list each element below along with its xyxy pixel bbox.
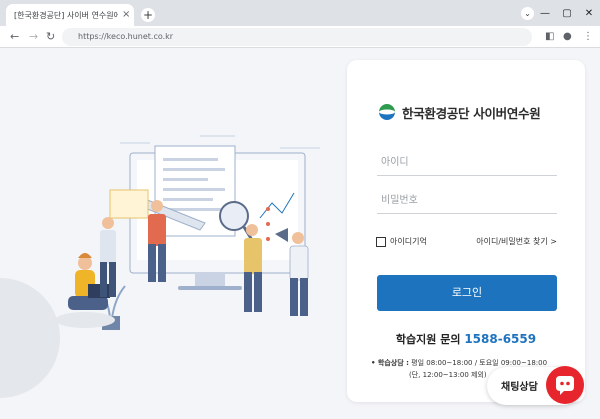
back-icon[interactable]: ← xyxy=(10,29,19,45)
tab-close-icon[interactable]: × xyxy=(122,10,130,20)
dot xyxy=(266,237,270,241)
tab-search-icon[interactable]: ⌄ xyxy=(521,7,534,20)
profile-icon[interactable]: ● xyxy=(563,29,572,45)
maximize-button[interactable]: ▢ xyxy=(556,8,578,19)
password-input[interactable]: 비밀번호 xyxy=(377,188,557,214)
hours-line-1: 평일 08:00~18:00 / 토요일 09:00~18:00 xyxy=(411,359,548,367)
side-panel-icon[interactable]: ◧ xyxy=(545,29,554,45)
browser-tab[interactable]: [한국환경공단] 사이버 연수원에 × xyxy=(6,4,134,26)
hours-title: • 학습상담 : xyxy=(371,359,409,367)
close-window-button[interactable]: ✕ xyxy=(578,8,600,19)
reload-icon[interactable]: ↻ xyxy=(46,29,55,45)
logo-text: 한국환경공단 사이버연수원 xyxy=(402,105,541,121)
browser-tab-bar: [한국환경공단] 사이버 연수원에 × + ⌄ — ▢ ✕ xyxy=(0,0,600,26)
dot xyxy=(266,222,270,226)
minimize-button[interactable]: — xyxy=(534,8,556,19)
support-label: 학습지원 문의 xyxy=(395,333,461,346)
dot xyxy=(266,207,270,211)
window-controls: — ▢ ✕ xyxy=(534,0,600,26)
tab-title: [한국환경공단] 사이버 연수원에 xyxy=(14,10,118,20)
decor-circle xyxy=(0,278,60,398)
menu-icon[interactable]: ⋮ xyxy=(583,29,593,45)
remember-id[interactable]: 아이디기억 xyxy=(376,236,427,247)
note-card xyxy=(109,189,149,219)
page-content: 한국환경공단 사이버연수원 아이디 비밀번호 아이디기억 아이디/비밀번호 찾기… xyxy=(0,48,600,419)
keco-logo-icon xyxy=(377,102,397,122)
forward-icon[interactable]: → xyxy=(29,29,38,45)
address-bar[interactable]: https://keco.hunet.co.kr xyxy=(62,28,532,46)
remember-checkbox[interactable] xyxy=(376,236,386,247)
new-tab-button[interactable]: + xyxy=(141,8,155,22)
id-input[interactable]: 아이디 xyxy=(377,150,557,176)
find-id-password-link[interactable]: 아이디/비밀번호 찾기 > xyxy=(476,236,557,247)
login-button[interactable]: 로그인 xyxy=(377,275,557,311)
browser-toolbar: ← → ↻ https://keco.hunet.co.kr ◧ ● ⋮ xyxy=(0,26,600,48)
logo: 한국환경공단 사이버연수원 xyxy=(377,102,541,122)
login-card: 한국환경공단 사이버연수원 아이디 비밀번호 아이디기억 아이디/비밀번호 찾기… xyxy=(347,60,585,402)
illustration xyxy=(0,135,320,398)
support-phone: 1588-6559 xyxy=(464,332,537,346)
support-info: 학습지원 문의 1588-6559 xyxy=(347,331,585,347)
chat-label: 채팅상담 xyxy=(501,382,538,393)
chat-bubble-icon[interactable] xyxy=(546,366,584,404)
remember-label: 아이디기억 xyxy=(390,237,427,246)
